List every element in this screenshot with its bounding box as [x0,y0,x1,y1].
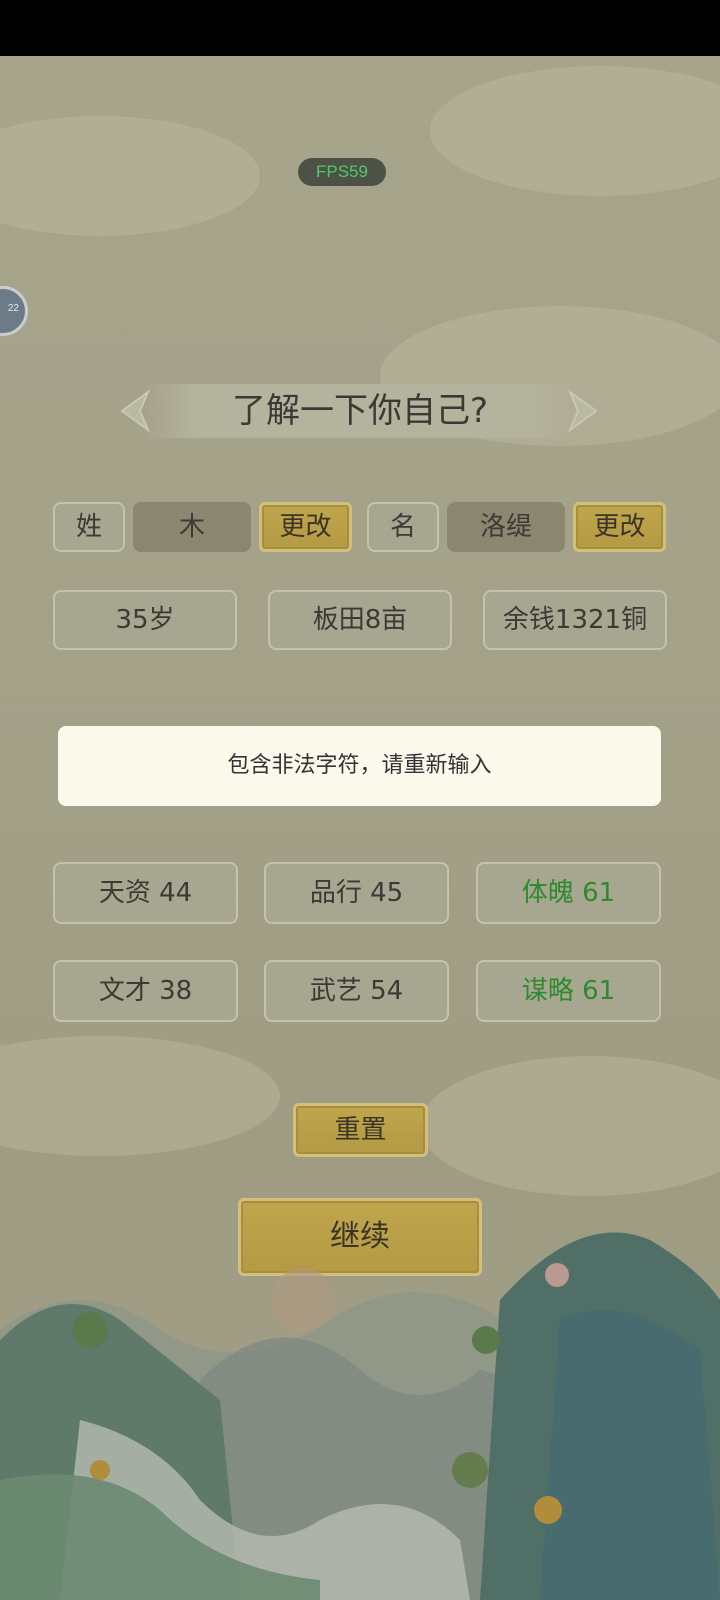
stat-conduct: 品行 45 [264,862,449,924]
surname-field[interactable]: 木 [133,502,251,552]
land-badge: 板田8亩 [268,590,452,650]
avatar-badge: 22 [7,303,19,314]
status-bar [0,0,720,56]
stat-talent: 天资 44 [53,862,238,924]
page-title: 了解一下你自己? [231,391,489,431]
stat-strategy: 谋略 61 [476,960,661,1022]
age-badge: 35岁 [53,590,237,650]
stat-martial: 武艺 54 [264,960,449,1022]
surname-label: 姓 [53,502,125,552]
givenname-label: 名 [367,502,439,552]
stat-literacy: 文才 38 [53,960,238,1022]
change-givenname-button[interactable]: 更改 [573,502,666,552]
toast-message: 包含非法字符，请重新输入 [58,726,661,806]
reset-button[interactable]: 重置 [293,1103,428,1157]
change-surname-button[interactable]: 更改 [259,502,352,552]
givenname-field[interactable]: 洛缇 [447,502,565,552]
money-badge: 余钱1321铜 [483,590,667,650]
landscape-illustration [0,1232,720,1600]
stat-physique: 体魄 61 [476,862,661,924]
fps-counter: FPS59 [298,158,386,186]
